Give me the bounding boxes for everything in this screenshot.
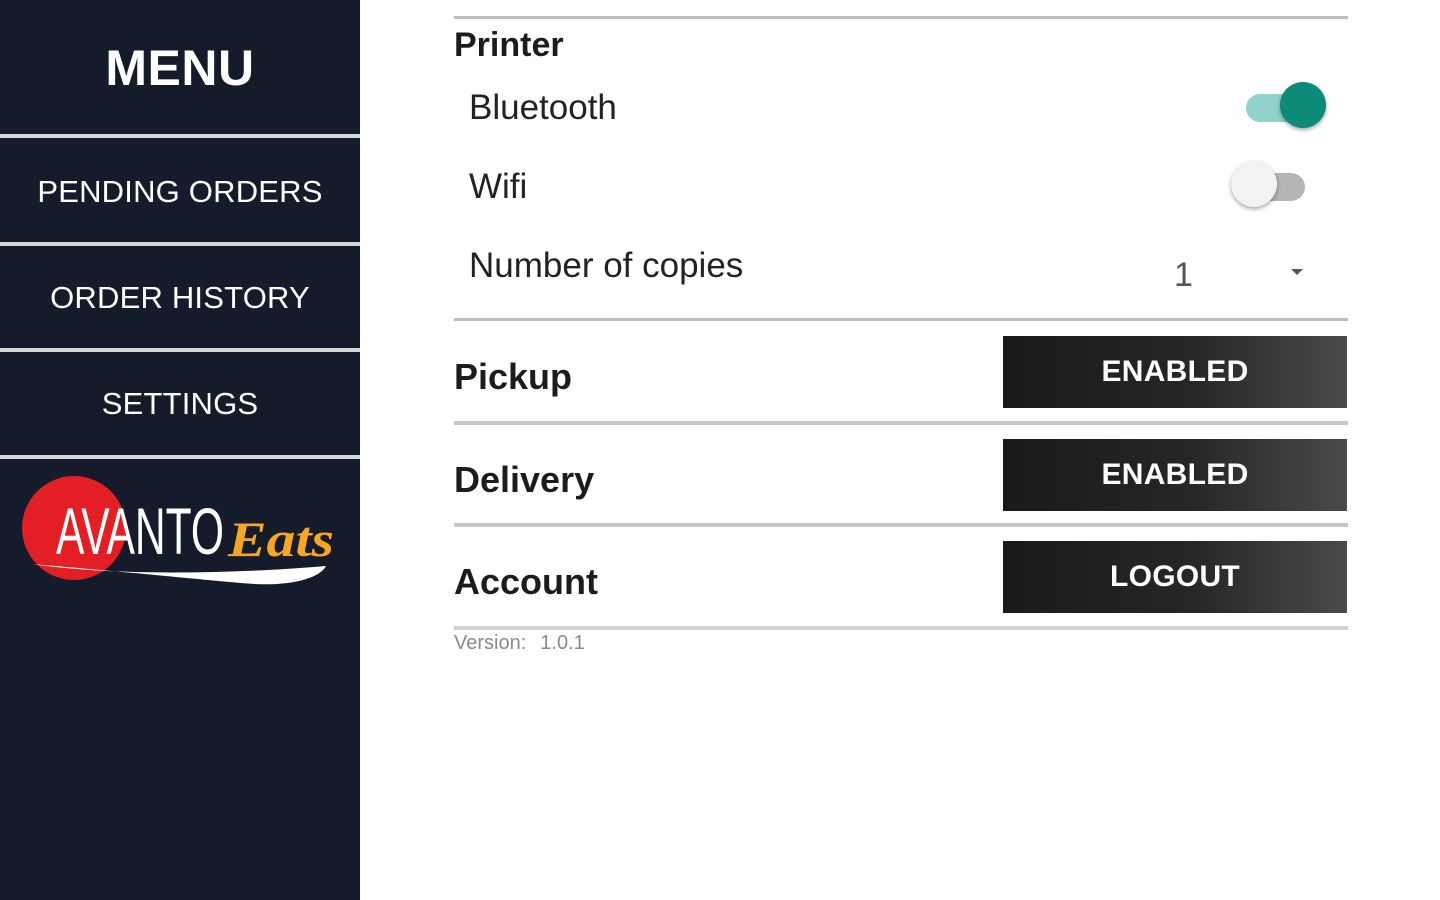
pickup-label: Pickup <box>454 356 573 397</box>
copies-label: Number of copies <box>469 246 744 285</box>
sidebar-item-pending-orders[interactable]: PENDING ORDERS <box>0 142 360 242</box>
divider <box>0 348 360 352</box>
sidebar-item-order-history[interactable]: ORDER HISTORY <box>0 248 360 348</box>
wifi-toggle[interactable] <box>1231 161 1313 209</box>
divider <box>454 421 1348 425</box>
divider <box>454 626 1348 630</box>
version-info: Version: 1.0.1 <box>454 632 599 655</box>
wifi-label: Wifi <box>469 167 528 206</box>
sidebar: MENU PENDING ORDERS ORDER HISTORY SETTIN… <box>0 0 360 900</box>
copies-value: 1 <box>1174 256 1193 294</box>
menu-header: MENU <box>0 0 360 134</box>
settings-screen: MENU PENDING ORDERS ORDER HISTORY SETTIN… <box>0 0 1440 900</box>
divider <box>0 242 360 246</box>
bluetooth-label: Bluetooth <box>469 88 617 127</box>
sidebar-item-label: SETTINGS <box>101 386 259 421</box>
delivery-enabled-button[interactable]: ENABLED <box>1003 439 1347 511</box>
logout-button[interactable]: LOGOUT <box>1003 541 1347 613</box>
sidebar-item-settings[interactable]: SETTINGS <box>0 354 360 454</box>
toggle-knob <box>1231 161 1277 207</box>
pickup-enabled-button[interactable]: ENABLED <box>1003 336 1347 408</box>
version-value: 1.0.1 <box>540 632 585 654</box>
sidebar-item-label: PENDING ORDERS <box>37 174 323 209</box>
divider <box>454 16 1348 19</box>
divider <box>454 523 1348 527</box>
account-label: Account <box>454 561 598 602</box>
menu-title: MENU <box>105 40 255 96</box>
divider <box>0 455 360 459</box>
logo-text-secondary: Eats <box>227 511 334 567</box>
avanto-eats-logo: AVANTO Eats <box>22 476 334 585</box>
toggle-knob <box>1280 82 1326 128</box>
divider <box>454 318 1348 321</box>
delivery-label: Delivery <box>454 459 595 500</box>
version-label: Version: <box>454 632 527 654</box>
dropdown-arrow-icon <box>1291 269 1303 275</box>
logo-text-primary: AVANTO <box>56 494 224 568</box>
printer-section-title: Printer <box>454 26 564 64</box>
bluetooth-toggle[interactable] <box>1246 82 1326 130</box>
sidebar-item-label: ORDER HISTORY <box>50 280 310 315</box>
divider <box>0 134 360 138</box>
